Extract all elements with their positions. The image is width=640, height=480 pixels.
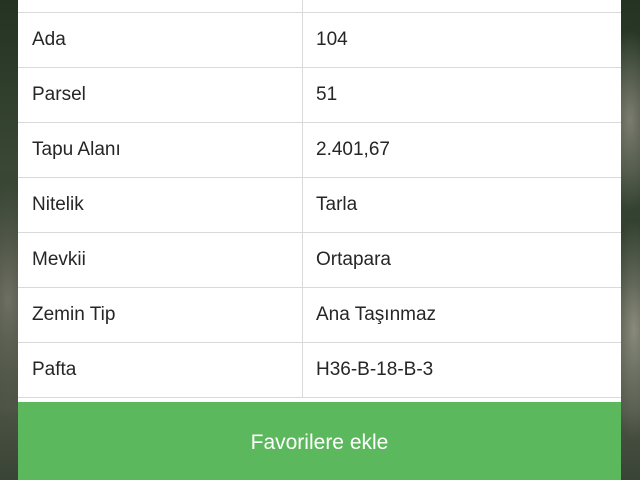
- zemin-tip-label: Zemin Tip: [32, 304, 116, 325]
- column-divider: [302, 233, 303, 287]
- parsel-value: 51: [316, 84, 338, 105]
- column-divider: [302, 13, 303, 67]
- table-row-nitelik: Nitelik Tarla: [18, 178, 621, 233]
- table-row-mevkii: Mevkii Ortapara: [18, 233, 621, 288]
- parsel-label: Parsel: [32, 84, 86, 105]
- column-divider: [302, 288, 303, 342]
- table-row-ada: Ada 104: [18, 13, 621, 68]
- table-row-partial: [18, 0, 621, 13]
- mevkii-label: Mevkii: [32, 249, 86, 270]
- table-row-parsel: Parsel 51: [18, 68, 621, 123]
- parcel-info-table: Ada 104 Parsel 51 Tapu Alanı 2.401,67 Ni…: [18, 0, 621, 398]
- nitelik-label: Nitelik: [32, 194, 84, 215]
- tapu-alani-label: Tapu Alanı: [32, 139, 121, 160]
- ada-value: 104: [316, 29, 348, 50]
- screen: Ada 104 Parsel 51 Tapu Alanı 2.401,67 Ni…: [0, 0, 640, 480]
- column-divider: [302, 343, 303, 397]
- table-row-zemin-tip: Zemin Tip Ana Taşınmaz: [18, 288, 621, 343]
- mevkii-value: Ortapara: [316, 249, 391, 270]
- column-divider: [302, 68, 303, 122]
- zemin-tip-value: Ana Taşınmaz: [316, 304, 437, 325]
- nitelik-value: Tarla: [316, 194, 358, 215]
- table-row-pafta: Pafta H36-B-18-B-3: [18, 343, 621, 398]
- ada-label: Ada: [32, 29, 66, 50]
- tapu-alani-value: 2.401,67: [316, 139, 390, 160]
- add-to-favorites-button[interactable]: Favorilere ekle: [18, 402, 621, 480]
- pafta-label: Pafta: [32, 359, 77, 380]
- pafta-value: H36-B-18-B-3: [316, 359, 434, 380]
- column-divider: [302, 123, 303, 177]
- table-row-tapu-alani: Tapu Alanı 2.401,67: [18, 123, 621, 178]
- column-divider: [302, 178, 303, 232]
- column-divider: [302, 0, 303, 12]
